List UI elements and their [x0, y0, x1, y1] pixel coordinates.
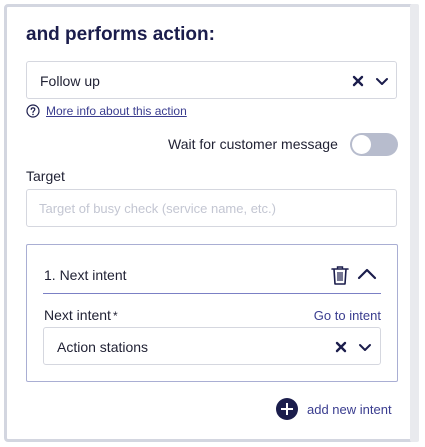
target-input[interactable]: [26, 189, 397, 227]
plus-circle-icon: [276, 398, 298, 420]
more-info-link[interactable]: More info about this action: [46, 104, 187, 118]
add-new-intent-label: add new intent: [307, 401, 392, 417]
action-select[interactable]: Follow up: [26, 61, 397, 99]
next-intent-select-value: Action stations: [57, 339, 149, 355]
chevron-up-icon[interactable]: [357, 267, 377, 281]
next-intent-label-text: Next intent: [44, 307, 111, 323]
required-mark: *: [112, 309, 118, 323]
close-icon[interactable]: [334, 340, 348, 354]
info-row: More info about this action: [26, 104, 187, 118]
toggle-knob: [352, 135, 371, 154]
go-to-intent-link[interactable]: Go to intent: [314, 308, 381, 323]
wait-for-message-label: Wait for customer message: [168, 136, 338, 152]
target-label: Target: [26, 168, 65, 184]
next-intent-card: 1. Next intent Next intent * Go to intent…: [26, 244, 398, 382]
trash-icon[interactable]: [331, 265, 349, 285]
card-divider: [43, 293, 381, 294]
chevron-down-icon[interactable]: [375, 74, 389, 88]
question-circle-icon: [26, 104, 40, 118]
wait-for-message-toggle[interactable]: [350, 133, 398, 156]
next-intent-label: Next intent *: [44, 307, 118, 323]
scrollbar[interactable]: [410, 4, 419, 442]
chevron-down-icon[interactable]: [358, 340, 372, 354]
intent-card-title: 1. Next intent: [44, 267, 127, 283]
section-heading: and performs action:: [26, 24, 215, 45]
close-icon[interactable]: [351, 74, 365, 88]
next-intent-select[interactable]: Action stations: [43, 327, 381, 365]
action-select-value: Follow up: [40, 73, 100, 89]
add-new-intent-button[interactable]: add new intent: [276, 398, 392, 420]
